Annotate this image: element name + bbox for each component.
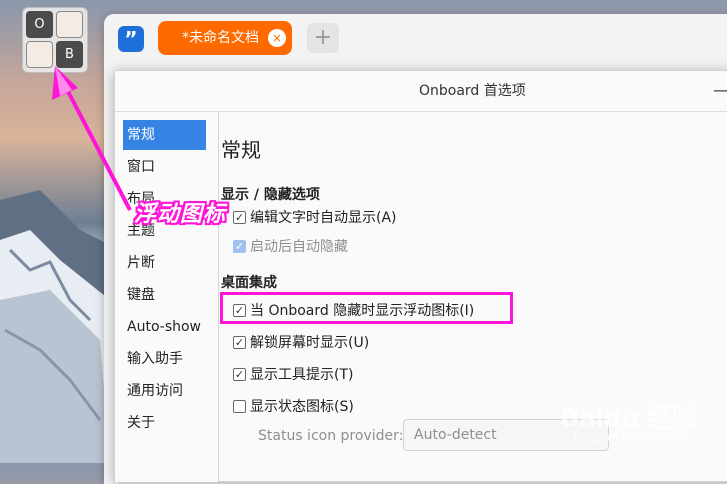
page-title: 常规 bbox=[221, 138, 261, 162]
checkbox-icon bbox=[233, 210, 246, 224]
unlock-show-checkbox[interactable]: 解锁屏幕时显示(U) bbox=[233, 332, 369, 352]
sidebar-item-window[interactable]: 窗口 bbox=[123, 152, 206, 182]
key-o: O bbox=[26, 11, 53, 38]
close-icon[interactable]: × bbox=[268, 29, 286, 47]
status-icon-checkbox[interactable]: 显示状态图标(S) bbox=[233, 396, 354, 416]
onboard-floating-icon[interactable]: O B bbox=[22, 7, 88, 73]
document-tab[interactable]: *未命名文档 × bbox=[158, 21, 292, 55]
baidu-watermark-url: jingyan.baidu.com bbox=[574, 430, 685, 444]
checkbox-icon bbox=[233, 335, 246, 349]
annotation-label: 浮动图标 bbox=[134, 202, 227, 227]
checkbox-icon bbox=[233, 367, 246, 381]
dialog-title: Onboard 首选项 bbox=[419, 83, 526, 99]
editor-app-icon: ” bbox=[118, 26, 144, 52]
section-show-hide: 显示 / 隐藏选项 bbox=[221, 187, 320, 203]
sidebar-item-auto-show[interactable]: Auto-show bbox=[123, 312, 206, 342]
checkbox-icon bbox=[233, 239, 246, 253]
status-provider-label: Status icon provider: bbox=[258, 428, 404, 444]
annotation-highlight-box bbox=[220, 292, 513, 324]
unlock-show-label: 解锁屏幕时显示(U) bbox=[250, 335, 370, 351]
tooltips-checkbox[interactable]: 显示工具提示(T) bbox=[233, 364, 353, 384]
auto-hide-checkbox[interactable]: 启动后自动隐藏 bbox=[233, 236, 348, 256]
auto-show-checkbox[interactable]: 编辑文字时自动显示(A) bbox=[233, 207, 397, 227]
auto-hide-label: 启动后自动隐藏 bbox=[250, 239, 348, 255]
sidebar-item-general[interactable]: 常规 bbox=[123, 120, 206, 150]
key-blank-bottom bbox=[26, 41, 53, 68]
sidebar-item-about[interactable]: 关于 bbox=[123, 408, 206, 438]
document-tab-label: *未命名文档 bbox=[182, 30, 259, 46]
sidebar-item-typing-assist[interactable]: 输入助手 bbox=[123, 344, 206, 374]
sidebar-item-snippets[interactable]: 片断 bbox=[123, 248, 206, 278]
dialog-titlebar: Onboard 首选项 — bbox=[115, 71, 727, 112]
checkbox-icon bbox=[233, 399, 246, 413]
auto-show-label: 编辑文字时自动显示(A) bbox=[250, 210, 397, 226]
tooltips-label: 显示工具提示(T) bbox=[250, 367, 354, 383]
key-blank-top bbox=[56, 11, 83, 38]
sidebar-item-keyboard[interactable]: 键盘 bbox=[123, 280, 206, 310]
status-provider-value: Auto-detect bbox=[414, 427, 497, 443]
status-icon-label: 显示状态图标(S) bbox=[250, 399, 354, 415]
section-desktop-integration: 桌面集成 bbox=[221, 275, 277, 291]
sidebar-item-accessibility[interactable]: 通用访问 bbox=[123, 376, 206, 406]
preferences-sidebar: 常规 窗口 布局 主题 片断 键盘 Auto-show 输入助手 通用访问 关于 bbox=[115, 112, 219, 482]
key-b: B bbox=[56, 41, 83, 68]
window-close-button[interactable]: — bbox=[713, 71, 727, 111]
add-tab-button[interactable]: + bbox=[307, 23, 339, 53]
